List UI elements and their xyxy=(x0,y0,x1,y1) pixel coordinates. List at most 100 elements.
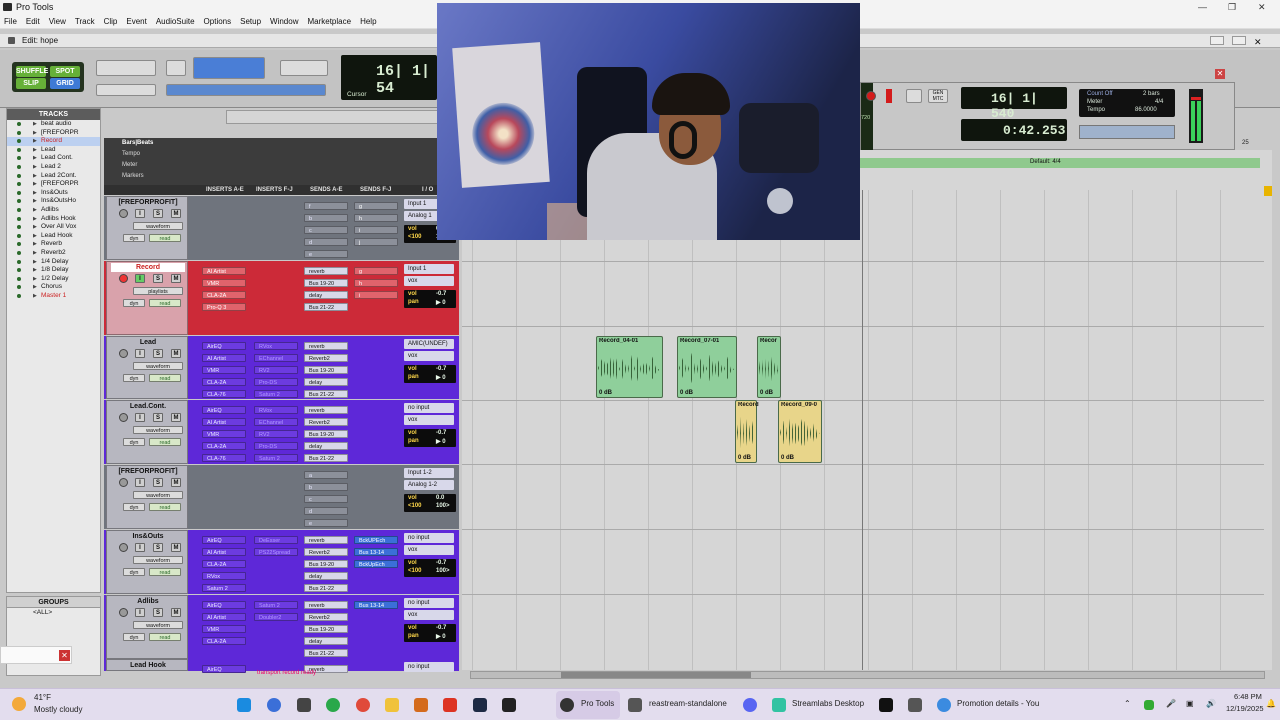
tracks-list-item[interactable]: ▶ 1/2 Delay xyxy=(7,275,100,284)
track-name[interactable]: Lead Hook xyxy=(111,661,185,670)
track-view-selector[interactable]: waveform xyxy=(133,362,183,370)
insert-slot[interactable]: Pro-DS xyxy=(254,378,298,386)
insert-slot[interactable]: Saturn 2 xyxy=(254,390,298,398)
taskbar-pro-tools[interactable]: Pro Tools xyxy=(556,691,620,719)
track-show-icon[interactable] xyxy=(17,242,21,247)
input-monitor-button[interactable]: I xyxy=(135,543,145,552)
restore-icon[interactable]: ❐ xyxy=(1228,0,1236,14)
track-expand-icon[interactable]: ▶ xyxy=(33,275,37,284)
slip-mode-button[interactable]: SLIP xyxy=(16,78,46,89)
output-selector[interactable]: vox xyxy=(404,545,454,555)
edit-minimize-icon[interactable] xyxy=(1210,36,1224,45)
epic-games-icon[interactable] xyxy=(502,698,516,712)
insert-slot[interactable]: AirEQ xyxy=(202,342,246,350)
input-selector[interactable]: no input xyxy=(404,662,454,672)
menu-audiosuite[interactable]: AudioSuite xyxy=(156,17,195,26)
mute-button[interactable]: M xyxy=(171,413,181,422)
send-slot[interactable]: i xyxy=(354,226,398,234)
streamlabs-label[interactable]: Streamlabs Desktop xyxy=(792,699,864,708)
scrollbar-thumb[interactable] xyxy=(561,672,751,678)
record-enable-button[interactable] xyxy=(119,608,128,617)
menu-marketplace[interactable]: Marketplace xyxy=(307,17,351,26)
minimize-icon[interactable]: — xyxy=(1198,0,1207,14)
track-show-icon[interactable] xyxy=(17,259,21,264)
track-expand-icon[interactable]: ▶ xyxy=(33,137,37,146)
menu-event[interactable]: Event xyxy=(126,17,146,26)
insert-slot[interactable]: RV2 xyxy=(254,430,298,438)
send-slot[interactable]: h xyxy=(354,214,398,222)
automation-mode-selector[interactable]: read xyxy=(149,438,181,446)
record-enable-button[interactable] xyxy=(119,413,128,422)
input-selector[interactable]: no input xyxy=(404,533,454,543)
terminal-icon[interactable] xyxy=(879,698,893,712)
metronome-icon[interactable] xyxy=(906,89,922,103)
track-name[interactable]: Lead.Cont. xyxy=(111,402,185,411)
input-selector[interactable]: Input 1 xyxy=(404,264,454,274)
track-name[interactable]: Lead xyxy=(111,338,185,347)
solo-button[interactable]: S xyxy=(153,608,163,617)
tracks-list-item[interactable]: ▶ Lead Hook xyxy=(7,232,100,241)
send-slot[interactable]: d xyxy=(304,507,348,515)
track-expand-icon[interactable]: ▶ xyxy=(33,154,37,163)
track-view-selector[interactable]: playlists xyxy=(133,287,183,295)
midi-controls[interactable]: Count Off 2 bars Meter 4/4 Tempo 86.0000 xyxy=(1079,89,1175,117)
zoom-buttons[interactable] xyxy=(96,60,156,76)
solo-button[interactable]: S xyxy=(153,413,163,422)
send-slot[interactable]: c xyxy=(304,226,348,234)
send-slot[interactable]: delay xyxy=(304,291,348,299)
send-slot[interactable]: Bus 21-22 xyxy=(304,303,348,311)
send-slot[interactable]: g xyxy=(354,202,398,210)
insert-slot[interactable]: RV2 xyxy=(254,366,298,374)
track-expand-icon[interactable]: ▶ xyxy=(33,172,37,181)
tracks-list-item[interactable]: ▶ Lead Cont. xyxy=(7,154,100,163)
track-view-selector[interactable]: waveform xyxy=(133,491,183,499)
track-expand-icon[interactable]: ▶ xyxy=(33,206,37,215)
group-all[interactable]: <ALL> xyxy=(7,608,100,618)
browser-icon[interactable] xyxy=(937,698,951,712)
track-view-selector[interactable]: waveform xyxy=(133,556,183,564)
volume-pan-display[interactable]: vol -0.7 pan ▶ 0 xyxy=(404,624,456,642)
steam-icon[interactable] xyxy=(473,698,487,712)
discord-icon[interactable] xyxy=(743,698,757,712)
send-slot[interactable]: Reverb2 xyxy=(304,354,348,362)
track-name[interactable]: [FREFORPROFIT] xyxy=(111,198,185,207)
reastream-label[interactable]: reastream-standalone xyxy=(649,699,727,708)
insert-slot[interactable]: PS22Spread xyxy=(254,548,298,556)
track-name[interactable]: Record xyxy=(111,263,185,272)
insert-slot[interactable]: VMR xyxy=(202,366,246,374)
input-selector[interactable]: no input xyxy=(404,598,454,608)
tracks-list-item[interactable]: ▶ Lead 2Cont. xyxy=(7,172,100,181)
insert-slot[interactable]: AirEQ xyxy=(202,406,246,414)
send-slot[interactable]: Bus 13-14 xyxy=(354,548,398,556)
send-slot[interactable]: Bus 19-20 xyxy=(304,366,348,374)
insert-slot[interactable]: Saturn 2 xyxy=(254,601,298,609)
mute-button[interactable]: M xyxy=(171,274,181,283)
tracks-list-item[interactable]: ▶ Adlibs xyxy=(7,206,100,215)
close-icon[interactable]: ✕ xyxy=(1258,0,1266,14)
track-show-icon[interactable] xyxy=(17,156,21,161)
send-slot[interactable]: b xyxy=(304,483,348,491)
track-expand-icon[interactable]: ▶ xyxy=(33,240,37,249)
track-show-icon[interactable] xyxy=(17,250,21,255)
track-show-icon[interactable] xyxy=(17,139,21,144)
volume-icon[interactable]: 🔊 xyxy=(1206,699,1216,708)
insert-slot[interactable]: AirEQ xyxy=(202,601,246,609)
mute-button[interactable]: M xyxy=(171,478,181,487)
send-slot[interactable]: Bus 21-22 xyxy=(304,584,348,592)
output-selector[interactable]: Analog 1-2 xyxy=(404,480,454,490)
insert-slot[interactable]: CLA-2A xyxy=(202,442,246,450)
track-expand-icon[interactable]: ▶ xyxy=(33,292,37,301)
audio-clip[interactable]: Record_04-01 0 dB xyxy=(596,336,663,398)
send-slot[interactable]: Reverb2 xyxy=(304,548,348,556)
mute-button[interactable]: M xyxy=(171,608,181,617)
tracks-list-item[interactable]: ▶ Chorus xyxy=(7,283,100,292)
automation-mode-selector[interactable]: read xyxy=(149,503,181,511)
transport-close-icon[interactable]: ✕ xyxy=(1215,69,1225,79)
tray-icon[interactable] xyxy=(1144,700,1154,710)
dyn-button[interactable]: dyn xyxy=(123,633,145,641)
insert-slot[interactable]: CLA-76 xyxy=(202,390,246,398)
dyn-button[interactable]: dyn xyxy=(123,568,145,576)
insert-slot[interactable]: AI Artist xyxy=(202,418,246,426)
track-show-icon[interactable] xyxy=(17,216,21,221)
track-show-icon[interactable] xyxy=(17,225,21,230)
